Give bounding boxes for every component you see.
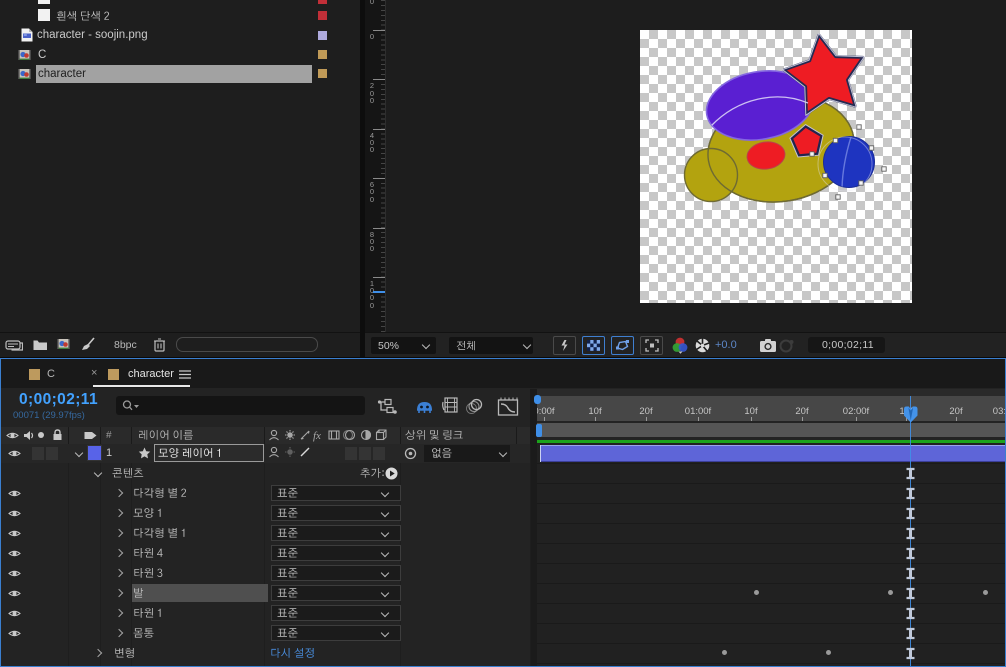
svg-text:fx: fx [313,430,321,442]
